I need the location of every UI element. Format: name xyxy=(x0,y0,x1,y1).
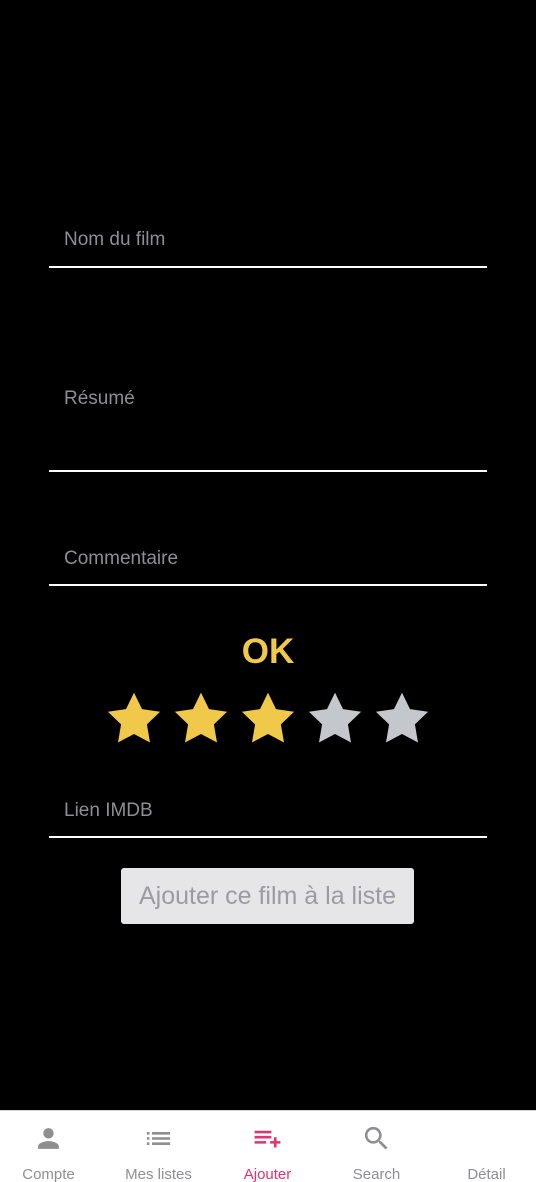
tab-ajouter[interactable]: Ajouter xyxy=(214,1111,321,1182)
tab-detail-label: Détail xyxy=(467,1166,506,1182)
star-5[interactable] xyxy=(371,688,433,750)
bottom-tab-bar: Compte Mes listes Ajouter Search Détail xyxy=(0,1110,536,1182)
add-film-button[interactable]: Ajouter ce film à la liste xyxy=(121,868,414,924)
tab-mes-listes[interactable]: Mes listes xyxy=(105,1111,212,1182)
tab-search-label: Search xyxy=(352,1166,401,1182)
comment-field[interactable]: Commentaire xyxy=(49,540,487,586)
tab-search[interactable]: Search xyxy=(323,1111,430,1182)
star-4[interactable] xyxy=(304,688,366,750)
search-icon xyxy=(364,1126,388,1150)
tab-mes-listes-label: Mes listes xyxy=(125,1166,192,1182)
tab-detail[interactable]: Détail xyxy=(433,1111,536,1182)
star-3[interactable] xyxy=(237,688,299,750)
imdb-link-field[interactable]: Lien IMDB xyxy=(49,792,487,838)
person-icon xyxy=(38,1128,59,1149)
comment-placeholder: Commentaire xyxy=(64,548,179,569)
star-rating[interactable] xyxy=(103,688,435,750)
add-film-screen: Nom du film Résumé Commentaire OK Lien I… xyxy=(0,0,536,1182)
star-2[interactable] xyxy=(170,688,232,750)
summary-field[interactable]: Résumé xyxy=(49,380,487,472)
summary-placeholder: Résumé xyxy=(64,388,135,409)
tab-ajouter-label: Ajouter xyxy=(243,1166,292,1182)
imdb-link-placeholder: Lien IMDB xyxy=(64,800,153,821)
tab-compte-label: Compte xyxy=(22,1166,75,1182)
rating-label: OK xyxy=(241,632,295,671)
tab-compte[interactable]: Compte xyxy=(0,1111,102,1182)
film-title-field[interactable]: Nom du film xyxy=(49,222,487,268)
star-1[interactable] xyxy=(103,688,165,750)
playlist-add-icon xyxy=(254,1130,281,1148)
film-title-placeholder: Nom du film xyxy=(64,229,166,250)
list-icon xyxy=(146,1132,171,1145)
